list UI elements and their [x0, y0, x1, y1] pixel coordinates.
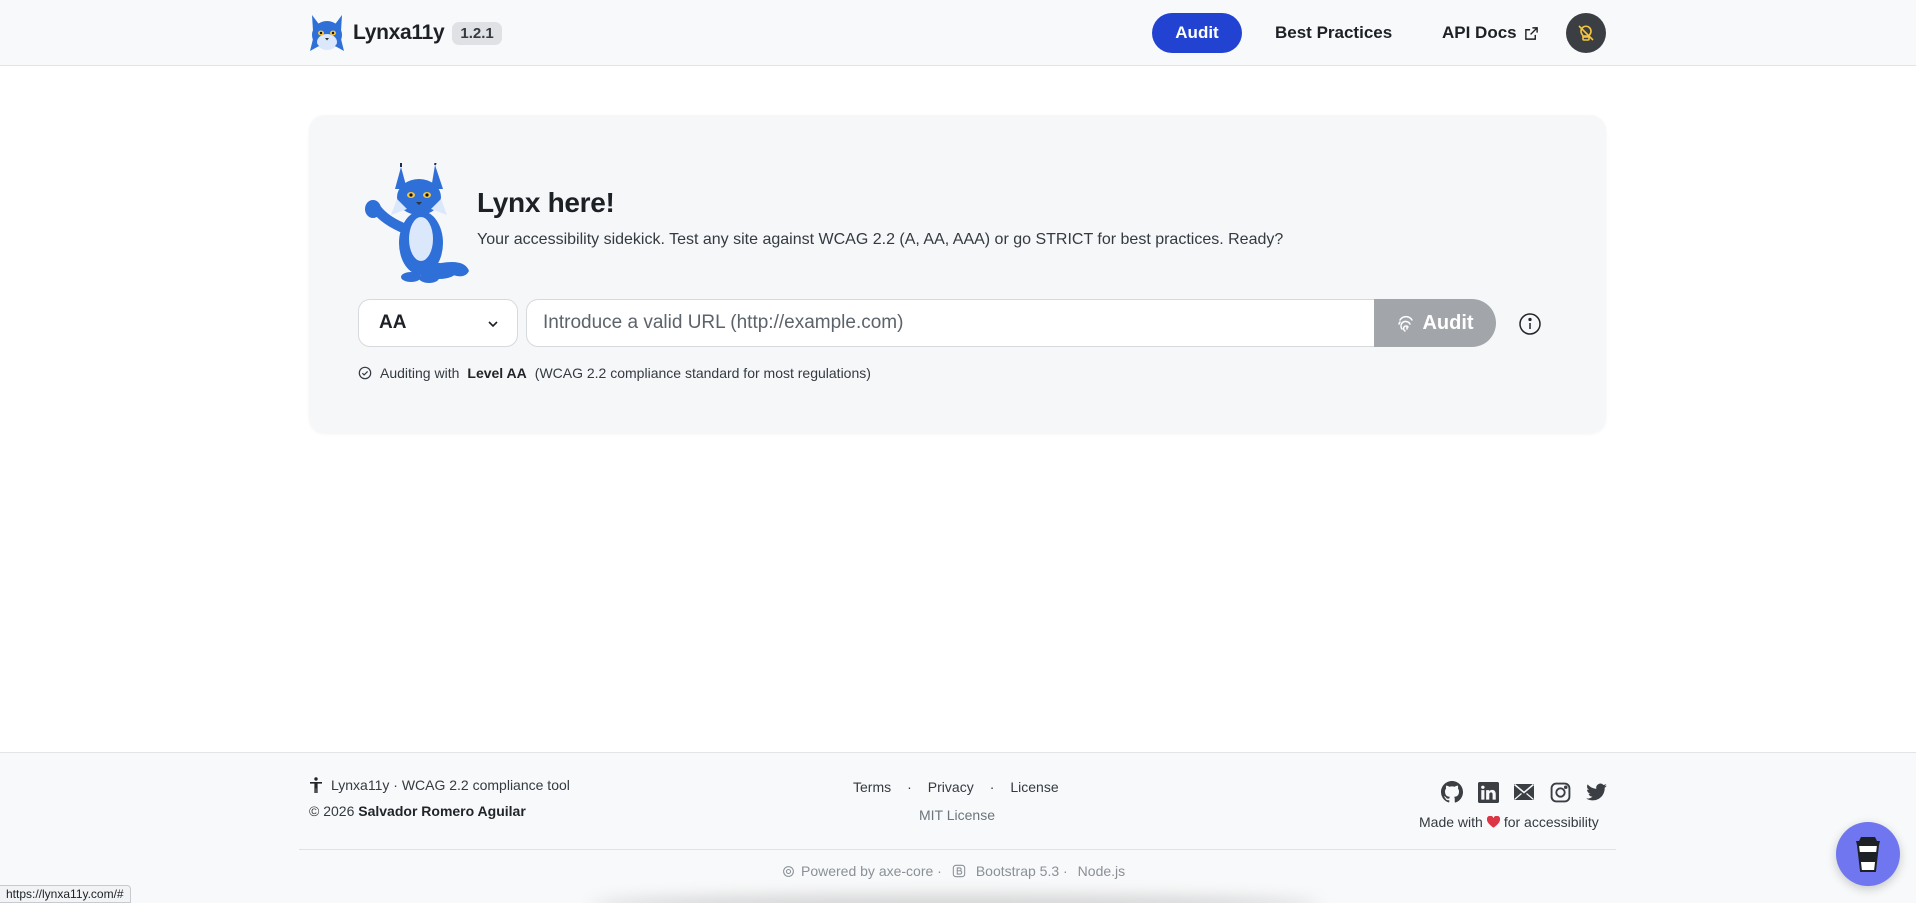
instagram-icon: [1550, 782, 1570, 802]
linkedin-icon: [1477, 781, 1499, 803]
nav-api-docs-label: API Docs: [1442, 23, 1517, 42]
footer-mit-license[interactable]: MIT License: [919, 807, 995, 823]
level-note: Auditing with Level AA (WCAG 2.2 complia…: [358, 365, 871, 381]
footer-link-license[interactable]: License: [1010, 779, 1058, 795]
footer-link-privacy[interactable]: Privacy: [928, 779, 974, 795]
github-link[interactable]: [1440, 780, 1464, 804]
footer-link-separator: ·: [989, 779, 995, 795]
instagram-link[interactable]: [1548, 780, 1572, 804]
powered-axe: Powered by axe-core ·: [801, 863, 942, 879]
wcag-level-select[interactable]: AA: [358, 299, 518, 347]
bootstrap-icon: [952, 864, 966, 878]
gear-icon: [783, 865, 794, 877]
audit-submit-label: Audit: [1422, 311, 1474, 334]
brand-name: Lynxa11y: [353, 21, 445, 44]
heart-icon: [1486, 816, 1500, 828]
level-note-suffix: (WCAG 2.2 compliance standard for most r…: [534, 365, 871, 381]
footer-divider: [299, 849, 1616, 850]
lynx-mascot-image: [365, 163, 469, 283]
brand-link[interactable]: Lynxa11y 1.2.1: [309, 13, 502, 53]
coffee-cup-icon: [1856, 837, 1880, 872]
hero-subtitle: Your accessibility sidekick. Test any si…: [477, 231, 1284, 248]
top-navbar: Lynxa11y 1.2.1 Audit Best Practices API …: [0, 0, 1916, 66]
hero-title: Lynx here!: [477, 187, 615, 218]
footer-powered-by: Powered by axe-core · Bootstrap 5.3 · No…: [782, 863, 1129, 879]
fingerprint-icon: [1398, 315, 1414, 332]
footer-tool-text: Lynxa11y · WCAG 2.2 compliance tool: [331, 777, 570, 793]
accessibility-icon: [310, 777, 322, 793]
footer-links: Terms · Privacy · License: [853, 779, 1059, 795]
wcag-level-value: AA: [379, 312, 407, 333]
level-note-prefix: Auditing with: [380, 365, 460, 381]
nav-api-docs[interactable]: API Docs: [1430, 13, 1551, 53]
footer-link-terms[interactable]: Terms: [853, 779, 891, 795]
page-footer: Lynxa11y · WCAG 2.2 compliance tool © 20…: [0, 752, 1916, 903]
github-icon: [1441, 781, 1463, 803]
footer-made-with: Made with for accessibility: [1419, 814, 1599, 830]
nav-audit[interactable]: Audit: [1152, 13, 1242, 53]
footer-social-links: [1440, 780, 1608, 804]
check-circle-icon: [358, 366, 372, 380]
nav-best-practices[interactable]: Best Practices: [1263, 13, 1404, 53]
email-link[interactable]: [1512, 780, 1536, 804]
twitter-icon: [1585, 783, 1607, 801]
lightbulb-off-icon: [1578, 25, 1594, 41]
info-icon[interactable]: [1518, 312, 1542, 336]
audit-hero-card: Lynx here! Your accessibility sidekick. …: [309, 115, 1606, 433]
buy-me-a-coffee-button[interactable]: [1836, 822, 1900, 886]
powered-node: Node.js: [1077, 863, 1126, 879]
mail-icon: [1513, 783, 1535, 800]
theme-toggle-button[interactable]: [1566, 13, 1606, 53]
version-badge: 1.2.1: [452, 21, 502, 45]
footer-tool-line: Lynxa11y · WCAG 2.2 compliance tool: [309, 777, 570, 793]
made-with-suffix: for accessibility: [1503, 814, 1599, 830]
footer-copyright: © 2026 Salvador Romero Aguilar: [309, 803, 526, 819]
level-note-level: Level AA: [467, 365, 527, 381]
made-with-prefix: Made with: [1419, 814, 1483, 830]
footer-link-separator: ·: [907, 779, 912, 795]
url-input[interactable]: [526, 299, 1374, 347]
browser-status-url: https://lynxa11y.com/#: [0, 885, 131, 903]
linkedin-link[interactable]: [1476, 780, 1500, 804]
chevron-down-icon: [488, 321, 498, 328]
copyright-author[interactable]: Salvador Romero Aguilar: [358, 803, 526, 819]
copyright-prefix: © 2026: [309, 803, 355, 819]
powered-bootstrap: Bootstrap 5.3 ·: [975, 863, 1068, 879]
twitter-link[interactable]: [1584, 780, 1608, 804]
lynx-logo-icon: [310, 13, 344, 51]
audit-submit-button[interactable]: Audit: [1374, 299, 1496, 347]
external-link-icon: [1524, 26, 1538, 40]
